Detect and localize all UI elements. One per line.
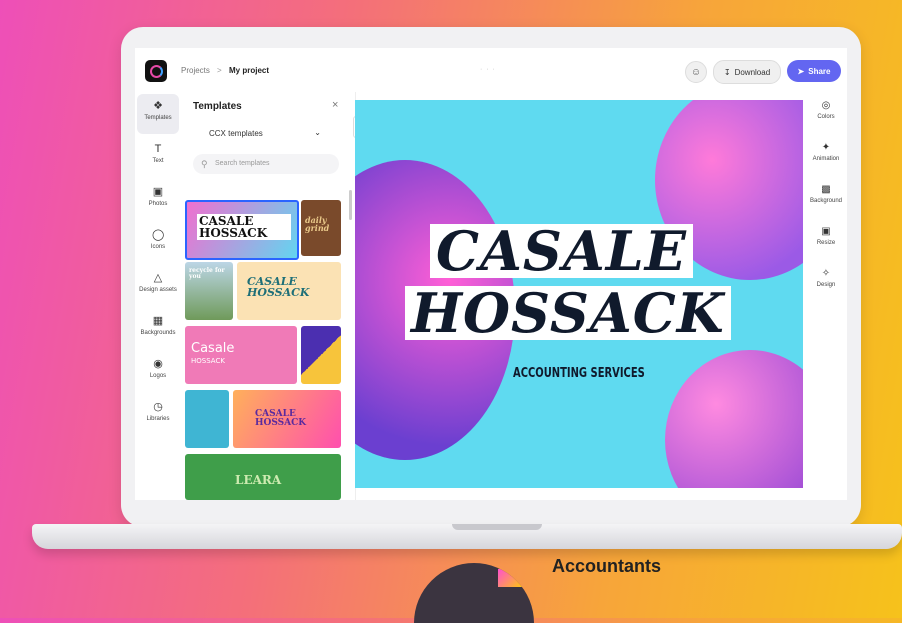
rail-label: Design assets [139, 287, 177, 293]
breadcrumb-current[interactable]: My project [229, 66, 269, 75]
rail-item-design-assets[interactable]: △ Design assets [137, 266, 179, 306]
decorative-blob [665, 350, 803, 488]
rail-label: Libraries [146, 416, 170, 422]
rail-item-logos[interactable]: ◉ Logos [137, 352, 179, 392]
app-logo-icon[interactable] [145, 60, 167, 82]
resize-icon: ▣ [821, 226, 831, 237]
breadcrumb-projects[interactable]: Projects [181, 66, 210, 75]
download-button[interactable]: ↧ Download [713, 60, 781, 84]
rail-item-resize[interactable]: ▣ Resize [805, 226, 847, 246]
dropdown-value: CCX templates [209, 129, 263, 138]
template-text: daily grind [305, 215, 330, 233]
rail-label: Logos [149, 373, 167, 379]
search-icon: ⚲ [201, 159, 208, 169]
footer-avatar [414, 563, 534, 623]
template-thumbnail[interactable]: recycle for you [185, 262, 233, 320]
search-placeholder: Search templates [215, 160, 270, 167]
footer-heading: Accountants [552, 556, 662, 576]
close-icon[interactable]: × [332, 99, 338, 111]
headline-line-1[interactable]: CASALE [430, 224, 693, 278]
panel-scrollbar[interactable] [349, 190, 352, 220]
laptop-base [32, 524, 902, 549]
footer-thumbnail [498, 569, 526, 587]
animation-icon: ✦ [821, 142, 831, 153]
chevron-down-icon: ⌄ [314, 128, 321, 137]
comment-icon: ☺ [690, 66, 702, 78]
background-icon: ▩ [821, 184, 831, 195]
rail-item-design[interactable]: ✧ Design [805, 268, 847, 288]
rail-item-templates[interactable]: ❖ Templates [137, 94, 179, 134]
backgrounds-icon: ▦ [152, 315, 164, 327]
share-button[interactable]: ➤ Share [787, 60, 841, 82]
panel-title: Templates [193, 101, 242, 112]
document-title[interactable]: · · · [480, 66, 496, 73]
rail-item-libraries[interactable]: ◷ Libraries [137, 395, 179, 435]
template-thumbnail[interactable]: daily grind [301, 200, 341, 256]
templates-icon: ❖ [153, 100, 163, 112]
rail-label: Templates [144, 115, 172, 121]
template-thumbnail[interactable] [185, 390, 229, 448]
comments-button[interactable]: ☺ [685, 61, 707, 83]
template-text: LEARA [235, 473, 282, 487]
headline-line-2[interactable]: HOSSACK [405, 286, 731, 340]
rail-label: Text [152, 158, 164, 164]
left-toolbar: ❖ Templates T Text ▣ Photos ◯ Icons △ Design … [135, 92, 181, 500]
laptop-notch [452, 524, 542, 530]
template-thumbnail[interactable]: LEARA [185, 454, 341, 500]
download-label: Download [734, 67, 771, 77]
rail-label: Photos [148, 201, 168, 207]
template-text: Casale [191, 341, 235, 356]
template-thumbnail[interactable]: CASALE HOSSACK [237, 262, 341, 320]
canvas-subtitle[interactable]: ACCOUNTING SERVICES [513, 366, 645, 381]
rail-item-backgrounds[interactable]: ▦ Backgrounds [137, 309, 179, 349]
breadcrumb-separator: > [217, 66, 222, 75]
rail-item-colors[interactable]: ◎ Colors [805, 100, 847, 120]
templates-panel: Templates × CCX templates ⌄ ⚲ Search tem… [181, 92, 356, 500]
rail-label: Colors [817, 114, 835, 120]
template-thumbnail[interactable]: CASALE HOSSACK [185, 200, 299, 260]
rail-item-text[interactable]: T Text [137, 137, 179, 177]
top-bar: Projects > My project · · · ☺ ↧ Download … [135, 48, 847, 92]
logos-icon: ◉ [153, 358, 163, 370]
rail-item-background[interactable]: ▩ Background [805, 184, 847, 204]
design-assets-icon: △ [153, 272, 163, 284]
template-source-dropdown[interactable]: CCX templates ⌄ [203, 125, 325, 143]
template-thumbnail[interactable] [301, 326, 341, 384]
template-text: recycle for you [189, 267, 225, 280]
template-thumbnail[interactable]: Casale HOSSACK [185, 326, 297, 384]
rail-label: Backgrounds [140, 330, 176, 336]
app-screen: Projects > My project · · · ☺ ↧ Download … [135, 48, 847, 500]
rail-label: Resize [816, 240, 836, 246]
design-canvas[interactable]: CASALE HOSSACK ACCOUNTING SERVICES [355, 100, 803, 488]
share-label: Share [808, 66, 831, 76]
icons-icon: ◯ [152, 229, 165, 241]
rail-label: Animation [812, 156, 840, 162]
send-icon: ➤ [797, 66, 805, 76]
colors-icon: ◎ [821, 100, 831, 111]
rail-item-icons[interactable]: ◯ Icons [137, 223, 179, 263]
right-toolbar: ◎ Colors ✦ Animation ▩ Background ▣ Resize ✧… [805, 92, 847, 500]
libraries-icon: ◷ [153, 401, 163, 413]
rail-label: Background [809, 198, 843, 204]
photos-icon: ▣ [152, 186, 164, 198]
text-icon: T [154, 143, 162, 155]
search-input[interactable]: ⚲ Search templates [193, 154, 339, 174]
template-text: CASALE HOSSACK [247, 275, 310, 299]
rail-item-photos[interactable]: ▣ Photos [137, 180, 179, 220]
rail-label: Icons [150, 244, 166, 250]
template-text: CASALE HOSSACK [197, 214, 291, 240]
template-thumbnail[interactable]: CASALE HOSSACK [233, 390, 341, 448]
rail-label: Design [816, 282, 836, 288]
download-icon: ↧ [723, 67, 731, 77]
rail-item-animation[interactable]: ✦ Animation [805, 142, 847, 162]
template-text: HOSSACK [191, 357, 225, 365]
design-icon: ✧ [821, 268, 831, 279]
template-text: CASALE HOSSACK [255, 409, 307, 428]
